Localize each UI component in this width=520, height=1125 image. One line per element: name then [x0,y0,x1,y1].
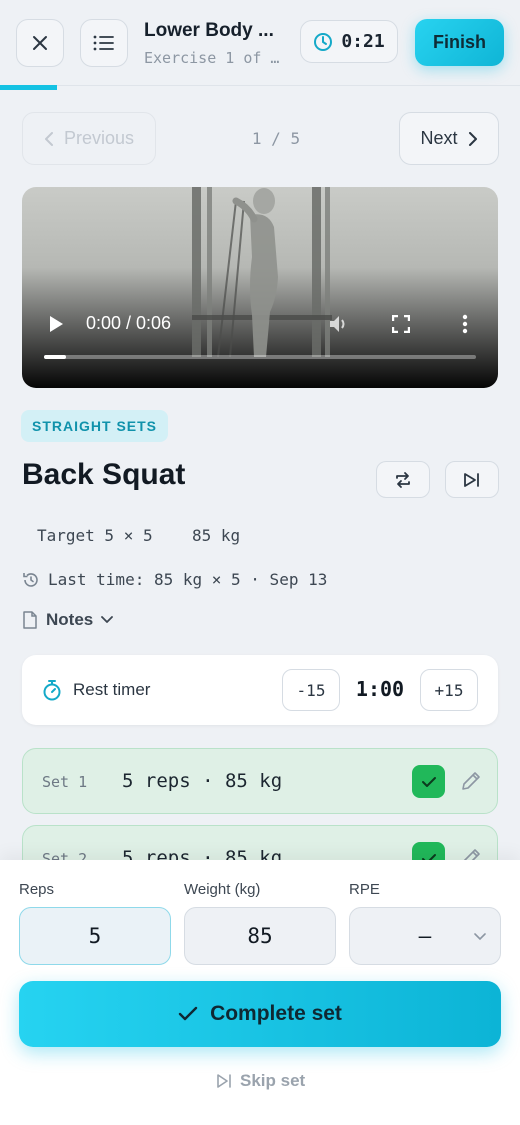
skip-set-button[interactable]: Skip set [216,1071,305,1091]
exercise-name: Back Squat [22,458,186,491]
reps-input[interactable]: 5 [19,907,171,965]
rest-timer-card: Rest timer -15 1:00 +15 [22,655,498,725]
next-button[interactable]: Next [399,112,499,165]
history-icon [23,572,38,587]
video-seek-bar[interactable] [44,355,476,359]
stopwatch-icon [43,680,61,701]
top-bar: Lower Body ... Exercise 1 of … 0:21 Fini… [0,0,520,90]
swap-icon [396,471,410,488]
edit-set-icon[interactable] [459,769,483,793]
exercise-list-button[interactable] [80,19,128,67]
skip-exercise-button[interactable] [445,461,499,498]
skip-forward-icon [464,472,479,487]
weight-input[interactable]: 85 [184,907,336,965]
exercise-progress-text: Exercise 1 of … [144,49,280,67]
notes-toggle[interactable]: Notes [22,610,114,630]
elapsed-timer: 0:21 [300,20,398,63]
play-icon[interactable] [48,315,64,333]
last-performance-text: Last time: 85 kg × 5 · Sep 13 [48,570,328,589]
volume-icon[interactable] [327,313,349,335]
check-icon [178,1006,198,1021]
last-performance: Last time: 85 kg × 5 · Sep 13 [22,570,327,589]
rpe-label: RPE [349,881,380,898]
chevron-right-icon [468,131,477,146]
note-icon [23,611,37,629]
chevron-left-icon [44,131,53,146]
set-row[interactable]: Set 1 5 reps · 85 kg [22,748,498,814]
weight-label: Weight (kg) [184,881,261,898]
swap-exercise-button[interactable] [376,461,430,498]
video-seek-fill [44,355,66,359]
chevron-down-icon [101,616,114,623]
elapsed-time: 0:21 [341,31,385,52]
fullscreen-icon[interactable] [392,315,410,333]
reps-label: Reps [19,881,55,898]
workout-progress-bar [0,85,520,90]
complete-set-button[interactable]: Complete set [19,981,501,1047]
rpe-value: – [418,924,432,948]
notes-label: Notes [46,610,94,629]
video-time: 0:00 / 0:06 [86,313,172,333]
skip-set-label: Skip set [240,1071,306,1090]
set-done-checkbox[interactable] [412,765,445,798]
workout-title: Lower Body ... [144,20,274,41]
more-options-icon[interactable] [462,314,468,334]
finish-button[interactable]: Finish [415,19,504,66]
check-icon [421,776,436,787]
set-value: 5 reps · 85 kg [122,770,283,792]
target-sets-reps: Target 5 × 5 [37,526,153,545]
exercise-video[interactable]: 0:00 / 0:06 [22,187,498,388]
target-weight: 85 kg [192,526,241,545]
close-icon [33,36,47,50]
chevron-down-icon [474,933,486,941]
workout-progress-fill [0,85,58,90]
rest-plus-button[interactable]: +15 [420,669,478,711]
clock-icon [314,32,333,51]
next-label: Next [420,128,458,148]
skip-forward-icon [217,1074,231,1088]
set-label: Set 1 [42,773,88,791]
rest-timer-label: Rest timer [73,680,151,699]
list-icon [93,35,114,51]
rest-minus-button[interactable]: -15 [282,669,340,711]
rest-timer-value: 1:00 [355,677,405,701]
set-entry-panel: Reps Weight (kg) RPE 5 85 – Complete set… [0,860,520,1125]
exercise-counter: 1 / 5 [251,129,301,148]
previous-button[interactable]: Previous [22,112,156,165]
complete-set-label: Complete set [210,1002,342,1025]
close-button[interactable] [16,19,64,67]
set-type-badge: STRAIGHT SETS [21,410,169,442]
previous-label: Previous [63,128,135,148]
rpe-select[interactable]: – [349,907,501,965]
